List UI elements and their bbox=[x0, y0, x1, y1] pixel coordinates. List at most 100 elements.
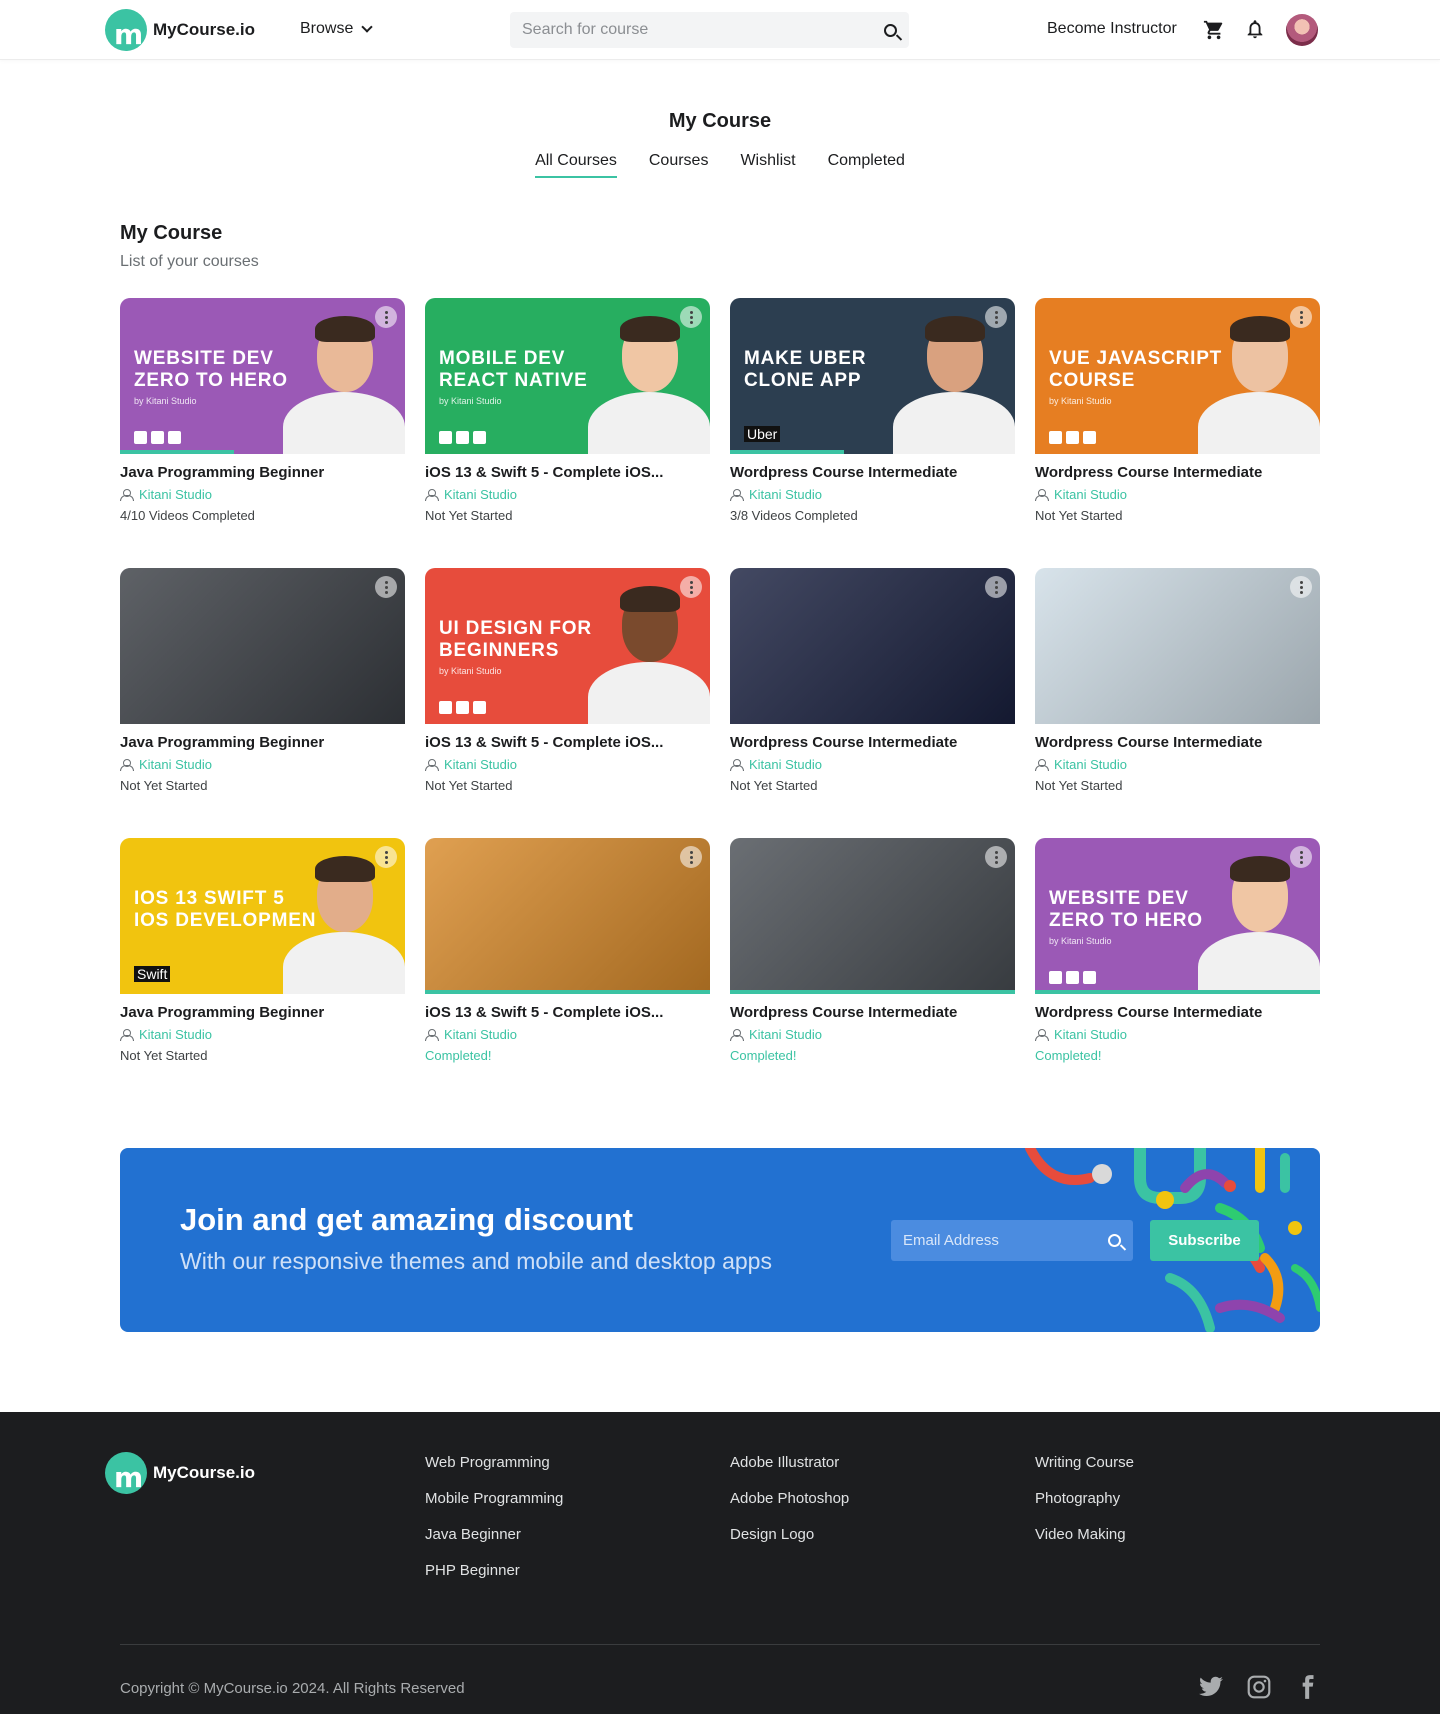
course-thumbnail[interactable] bbox=[730, 568, 1015, 724]
course-thumbnail[interactable]: VUE JAVASCRIPT COURSE by Kitani Studio bbox=[1035, 298, 1320, 454]
more-options-icon[interactable] bbox=[680, 846, 702, 868]
course-author[interactable]: Kitani Studio bbox=[730, 1027, 1015, 1042]
subscribe-button[interactable]: Subscribe bbox=[1150, 1220, 1259, 1261]
footer-link[interactable]: Video Making bbox=[1035, 1526, 1134, 1543]
badge-icon bbox=[456, 431, 469, 444]
browse-menu[interactable]: Browse bbox=[300, 20, 374, 38]
tab-all-courses[interactable]: All Courses bbox=[535, 152, 617, 178]
course-title[interactable]: Wordpress Course Intermediate bbox=[730, 464, 1015, 481]
tab-wishlist[interactable]: Wishlist bbox=[740, 152, 795, 178]
more-options-icon[interactable] bbox=[375, 846, 397, 868]
footer-link[interactable]: Writing Course bbox=[1035, 1454, 1134, 1471]
user-icon bbox=[1035, 1028, 1049, 1041]
course-card[interactable]: Wordpress Course Intermediate Kitani Stud… bbox=[730, 568, 1015, 796]
footer-link[interactable]: Adobe Illustrator bbox=[730, 1454, 849, 1471]
more-options-icon[interactable] bbox=[985, 306, 1007, 328]
more-options-icon[interactable] bbox=[680, 576, 702, 598]
search-icon bbox=[1108, 1234, 1121, 1247]
more-options-icon[interactable] bbox=[985, 576, 1007, 598]
course-thumbnail[interactable]: MOBILE DEV REACT NATIVE by Kitani Studio bbox=[425, 298, 710, 454]
facebook-icon[interactable] bbox=[1294, 1674, 1320, 1700]
course-card[interactable]: MAKE UBER CLONE APP Uber Wordpress Course … bbox=[730, 298, 1015, 526]
course-title[interactable]: Wordpress Course Intermediate bbox=[730, 734, 1015, 751]
user-icon bbox=[1035, 488, 1049, 501]
course-author[interactable]: Kitani Studio bbox=[730, 487, 1015, 502]
course-title[interactable]: Java Programming Beginner bbox=[120, 1004, 405, 1021]
course-thumbnail[interactable]: IOS 13 SWIFT 5 IOS DEVELOPMEN Swift bbox=[120, 838, 405, 994]
search-input[interactable] bbox=[522, 21, 884, 39]
tech-badges bbox=[439, 431, 486, 444]
course-thumbnail[interactable]: MAKE UBER CLONE APP Uber bbox=[730, 298, 1015, 454]
course-title[interactable]: Java Programming Beginner bbox=[120, 734, 405, 751]
course-card[interactable]: WEBSITE DEV ZERO TO HERO by Kitani Studio… bbox=[1035, 838, 1320, 1066]
course-thumbnail[interactable]: WEBSITE DEV ZERO TO HERO by Kitani Studio bbox=[120, 298, 405, 454]
footer-link[interactable]: Photography bbox=[1035, 1490, 1134, 1507]
footer-link[interactable]: Java Beginner bbox=[425, 1526, 563, 1543]
course-author[interactable]: Kitani Studio bbox=[730, 757, 1015, 772]
course-status: Not Yet Started bbox=[425, 508, 513, 523]
course-title[interactable]: iOS 13 & Swift 5 - Complete iOS... bbox=[425, 734, 710, 751]
more-options-icon[interactable] bbox=[985, 846, 1007, 868]
cart-icon[interactable] bbox=[1203, 19, 1225, 41]
course-card[interactable]: IOS 13 SWIFT 5 IOS DEVELOPMEN Swift Java P… bbox=[120, 838, 405, 1066]
thumbnail-photo bbox=[730, 838, 1015, 994]
course-card[interactable]: Wordpress Course Intermediate Kitani Stud… bbox=[1035, 568, 1320, 796]
course-status: Completed! bbox=[425, 1048, 492, 1063]
course-title[interactable]: Wordpress Course Intermediate bbox=[1035, 734, 1320, 751]
course-title[interactable]: Wordpress Course Intermediate bbox=[730, 1004, 1015, 1021]
course-card[interactable]: WEBSITE DEV ZERO TO HERO by Kitani Studio… bbox=[120, 298, 405, 526]
footer-link[interactable]: Web Programming bbox=[425, 1454, 563, 1471]
more-options-icon[interactable] bbox=[1290, 306, 1312, 328]
more-options-icon[interactable] bbox=[1290, 846, 1312, 868]
course-card[interactable]: Java Programming Beginner Kitani Studio No… bbox=[120, 568, 405, 796]
twitter-icon[interactable] bbox=[1198, 1674, 1224, 1700]
user-avatar[interactable] bbox=[1286, 14, 1318, 46]
more-options-icon[interactable] bbox=[375, 576, 397, 598]
bell-icon[interactable] bbox=[1244, 18, 1266, 40]
course-author[interactable]: Kitani Studio bbox=[1035, 1027, 1320, 1042]
course-card[interactable]: iOS 13 & Swift 5 - Complete iOS... Kitani… bbox=[425, 838, 710, 1066]
course-thumbnail[interactable]: WEBSITE DEV ZERO TO HERO by Kitani Studio bbox=[1035, 838, 1320, 994]
course-title[interactable]: Wordpress Course Intermediate bbox=[1035, 1004, 1320, 1021]
thumbnail-byline: by Kitani Studio bbox=[1049, 936, 1112, 946]
course-title[interactable]: Java Programming Beginner bbox=[120, 464, 405, 481]
course-author[interactable]: Kitani Studio bbox=[1035, 757, 1320, 772]
course-author[interactable]: Kitani Studio bbox=[425, 487, 710, 502]
course-author[interactable]: Kitani Studio bbox=[120, 1027, 405, 1042]
course-card[interactable]: VUE JAVASCRIPT COURSE by Kitani Studio Wor… bbox=[1035, 298, 1320, 526]
course-thumbnail[interactable] bbox=[1035, 568, 1320, 724]
course-card[interactable]: Wordpress Course Intermediate Kitani Stud… bbox=[730, 838, 1015, 1066]
footer-link[interactable]: PHP Beginner bbox=[425, 1562, 563, 1579]
course-card[interactable]: MOBILE DEV REACT NATIVE by Kitani Studio i… bbox=[425, 298, 710, 526]
course-title[interactable]: iOS 13 & Swift 5 - Complete iOS... bbox=[425, 464, 710, 481]
footer-link[interactable]: Adobe Photoshop bbox=[730, 1490, 849, 1507]
tab-completed[interactable]: Completed bbox=[828, 152, 905, 178]
course-author[interactable]: Kitani Studio bbox=[120, 757, 405, 772]
more-options-icon[interactable] bbox=[375, 306, 397, 328]
footer-logo[interactable]: m MyCourse.io bbox=[105, 1452, 255, 1494]
course-title[interactable]: iOS 13 & Swift 5 - Complete iOS... bbox=[425, 1004, 710, 1021]
course-thumbnail[interactable] bbox=[120, 568, 405, 724]
tab-courses[interactable]: Courses bbox=[649, 152, 709, 178]
course-author[interactable]: Kitani Studio bbox=[1035, 487, 1320, 502]
footer-link[interactable]: Mobile Programming bbox=[425, 1490, 563, 1507]
course-author[interactable]: Kitani Studio bbox=[425, 1027, 710, 1042]
more-options-icon[interactable] bbox=[680, 306, 702, 328]
brand-logo[interactable]: m MyCourse.io bbox=[105, 9, 255, 51]
course-author[interactable]: Kitani Studio bbox=[120, 487, 405, 502]
course-thumbnail[interactable] bbox=[425, 838, 710, 994]
author-name: Kitani Studio bbox=[444, 487, 517, 502]
instagram-icon[interactable] bbox=[1246, 1674, 1272, 1700]
course-thumbnail[interactable]: UI DESIGN FOR BEGINNERS by Kitani Studio bbox=[425, 568, 710, 724]
course-card[interactable]: UI DESIGN FOR BEGINNERS by Kitani Studio i… bbox=[425, 568, 710, 796]
email-input[interactable] bbox=[903, 1232, 1108, 1249]
search-icon[interactable] bbox=[884, 23, 897, 37]
footer-link[interactable]: Design Logo bbox=[730, 1526, 849, 1543]
course-title[interactable]: Wordpress Course Intermediate bbox=[1035, 464, 1320, 481]
page-title: My Course bbox=[668, 110, 772, 132]
course-thumbnail[interactable] bbox=[730, 838, 1015, 994]
user-icon bbox=[730, 1028, 744, 1041]
more-options-icon[interactable] bbox=[1290, 576, 1312, 598]
become-instructor-link[interactable]: Become Instructor bbox=[1047, 20, 1177, 38]
course-author[interactable]: Kitani Studio bbox=[425, 757, 710, 772]
